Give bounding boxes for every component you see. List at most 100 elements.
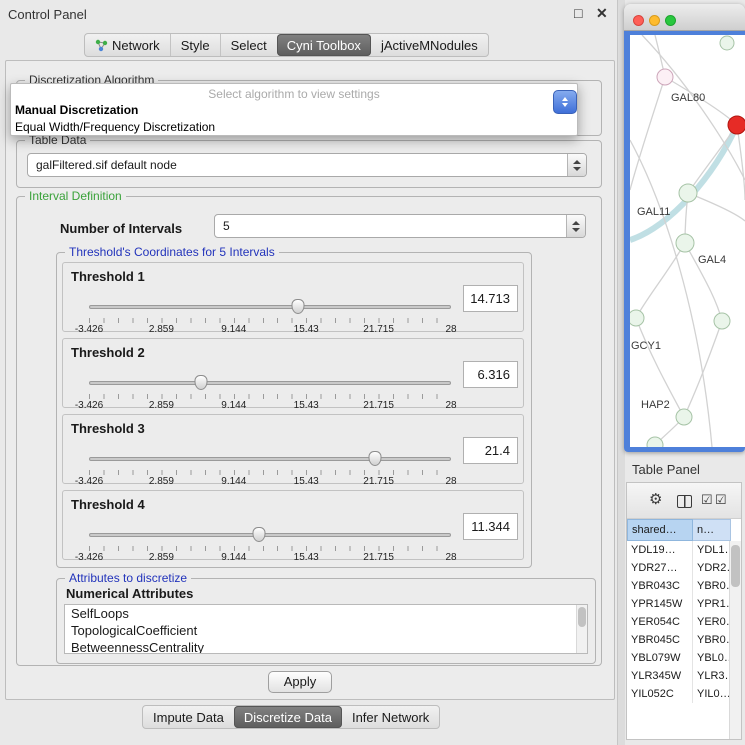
- threshold-4-slider[interactable]: -3.4262.8599.14415.4321.71528: [89, 527, 451, 561]
- table-row[interactable]: YBR043CYBR0…: [627, 577, 731, 595]
- interval-definition-title: Interval Definition: [25, 189, 126, 203]
- gear-icon[interactable]: ⚙: [649, 492, 662, 508]
- threshold-4-value-field[interactable]: 11.344: [463, 513, 518, 540]
- slider-scale: -3.4262.8599.14415.4321.71528: [89, 552, 451, 563]
- node-label-gal4: GAL4: [698, 254, 726, 266]
- table-row[interactable]: YDR27…YDR2…: [627, 559, 731, 577]
- stepper-down-icon: [562, 103, 568, 107]
- threshold-4-panel: Threshold 4 -3.4262.8599.14415.4321.7152…: [62, 490, 524, 560]
- slider-thumb[interactable]: [253, 527, 266, 542]
- minimize-traffic-light[interactable]: [649, 15, 660, 26]
- slider-scale: -3.4262.8599.14415.4321.71528: [89, 476, 451, 487]
- slider-track[interactable]: [89, 457, 451, 461]
- network-node-gal11[interactable]: [679, 184, 697, 202]
- network-node-selected[interactable]: [728, 116, 745, 134]
- scrollbar-thumb[interactable]: [578, 607, 586, 627]
- threshold-2-panel: Threshold 2 -3.4262.8599.14415.4321.7152…: [62, 338, 524, 408]
- table-row[interactable]: YIL052CYIL0…: [627, 685, 731, 703]
- close-icon[interactable]: ✕: [596, 5, 608, 22]
- panel-title: Control Panel: [8, 7, 87, 22]
- node-label-hap2: HAP2: [641, 399, 670, 411]
- combobox-stepper-icon[interactable]: [566, 215, 585, 237]
- number-of-intervals-combobox[interactable]: 5: [214, 214, 586, 238]
- bottom-tab-bar: Impute Data Discretize Data Infer Networ…: [142, 705, 440, 729]
- tab-cyni-toolbox[interactable]: Cyni Toolbox: [277, 34, 371, 56]
- network-canvas[interactable]: GAL80 GAL11 GAL4 GCY1 HAP2: [630, 35, 745, 447]
- minimize-icon[interactable]: □: [574, 5, 582, 21]
- tab-infer-network[interactable]: Infer Network: [342, 706, 439, 728]
- network-node-gcy1[interactable]: [630, 310, 644, 326]
- slider-track[interactable]: [89, 305, 451, 309]
- table-data-selected-value: galFiltered.sif default node: [28, 158, 567, 172]
- tab-jactivemnodules[interactable]: jActiveMNodules: [371, 34, 488, 56]
- list-item[interactable]: SelfLoops: [65, 605, 587, 622]
- combobox-stepper-icon[interactable]: [567, 154, 586, 176]
- list-item[interactable]: TopologicalCoefficient: [65, 622, 587, 639]
- table-row[interactable]: YER054CYER0…: [627, 613, 731, 631]
- tab-network[interactable]: Network: [85, 34, 170, 56]
- threshold-2-slider[interactable]: -3.4262.8599.14415.4321.71528: [89, 375, 451, 409]
- algorithm-combobox-stepper[interactable]: [553, 90, 577, 114]
- column-header-shared-name[interactable]: shared…: [627, 519, 693, 541]
- tab-select[interactable]: Select: [220, 34, 277, 56]
- checkbox-icon[interactable]: ☑: [715, 492, 727, 508]
- network-node[interactable]: [720, 36, 734, 50]
- table-data-group: Table Data galFiltered.sif default node: [16, 140, 602, 188]
- zoom-traffic-light[interactable]: [665, 15, 676, 26]
- table-scrollbar[interactable]: [729, 541, 741, 739]
- attributes-list: SelfLoops TopologicalCoefficient Between…: [64, 604, 588, 654]
- list-scrollbar[interactable]: [576, 605, 587, 653]
- network-edge: [688, 125, 737, 193]
- slider-ticks: [89, 546, 451, 551]
- threshold-label: Threshold 4: [71, 497, 145, 512]
- network-node[interactable]: [647, 437, 663, 447]
- table-row[interactable]: YDL19…YDL1…: [627, 541, 731, 559]
- apply-button[interactable]: Apply: [268, 671, 332, 693]
- threshold-2-value-field[interactable]: 6.316: [463, 361, 518, 388]
- network-node-gal80[interactable]: [657, 69, 673, 85]
- column-header-name[interactable]: n…: [693, 519, 731, 541]
- slider-thumb[interactable]: [368, 451, 381, 466]
- network-node[interactable]: [714, 313, 730, 329]
- algorithm-placeholder-option: Select algorithm to view settings: [11, 87, 577, 101]
- network-edge: [737, 125, 745, 200]
- table-row[interactable]: YBR045CYBR0…: [627, 631, 731, 649]
- network-node-gal4[interactable]: [676, 234, 694, 252]
- node-label-gal80: GAL80: [671, 92, 705, 104]
- table-row[interactable]: YBL079WYBL0…: [627, 649, 731, 667]
- scrollbar-thumb[interactable]: [731, 545, 740, 587]
- algorithm-option-equal-width[interactable]: Equal Width/Frequency Discretization: [15, 120, 215, 134]
- top-tab-bar: Network Style Select Cyni Toolbox jActiv…: [84, 33, 489, 57]
- slider-track[interactable]: [89, 381, 451, 385]
- threshold-3-panel: Threshold 3 -3.4262.8599.14415.4321.7152…: [62, 414, 524, 484]
- tab-discretize-data[interactable]: Discretize Data: [234, 706, 342, 728]
- threshold-3-slider[interactable]: -3.4262.8599.14415.4321.71528: [89, 451, 451, 485]
- stepper-up-icon: [562, 97, 568, 101]
- threshold-label: Threshold 3: [71, 421, 145, 436]
- tab-label: Network: [112, 38, 160, 53]
- threshold-3-value-field[interactable]: 21.4: [463, 437, 518, 464]
- threshold-1-value-field[interactable]: 14.713: [463, 285, 518, 312]
- network-node-hap2[interactable]: [676, 409, 692, 425]
- threshold-1-slider[interactable]: -3.4262.8599.14415.4321.71528: [89, 299, 451, 333]
- slider-thumb[interactable]: [195, 375, 208, 390]
- algorithm-option-manual[interactable]: Manual Discretization: [15, 103, 138, 117]
- columns-icon[interactable]: [677, 495, 692, 508]
- network-icon: [95, 39, 108, 52]
- node-label-gcy1: GCY1: [631, 340, 661, 352]
- list-item[interactable]: BetweennessCentrality: [65, 639, 587, 654]
- network-graph: GAL80 GAL11 GAL4 GCY1 HAP2: [630, 35, 745, 447]
- threshold-label: Threshold 1: [71, 269, 145, 284]
- table-row[interactable]: YPR145WYPR1…: [627, 595, 731, 613]
- table-data-combobox[interactable]: galFiltered.sif default node: [27, 153, 587, 177]
- checkbox-icon[interactable]: ☑: [701, 492, 713, 508]
- slider-track[interactable]: [89, 533, 451, 537]
- tab-impute-data[interactable]: Impute Data: [143, 706, 234, 728]
- close-traffic-light[interactable]: [633, 15, 644, 26]
- network-window-titlebar[interactable]: [624, 4, 745, 31]
- threshold-label: Threshold 2: [71, 345, 145, 360]
- table-row[interactable]: YLR345WYLR3…: [627, 667, 731, 685]
- tab-style[interactable]: Style: [170, 34, 220, 56]
- slider-thumb[interactable]: [291, 299, 304, 314]
- table-panel-title: Table Panel: [632, 462, 700, 477]
